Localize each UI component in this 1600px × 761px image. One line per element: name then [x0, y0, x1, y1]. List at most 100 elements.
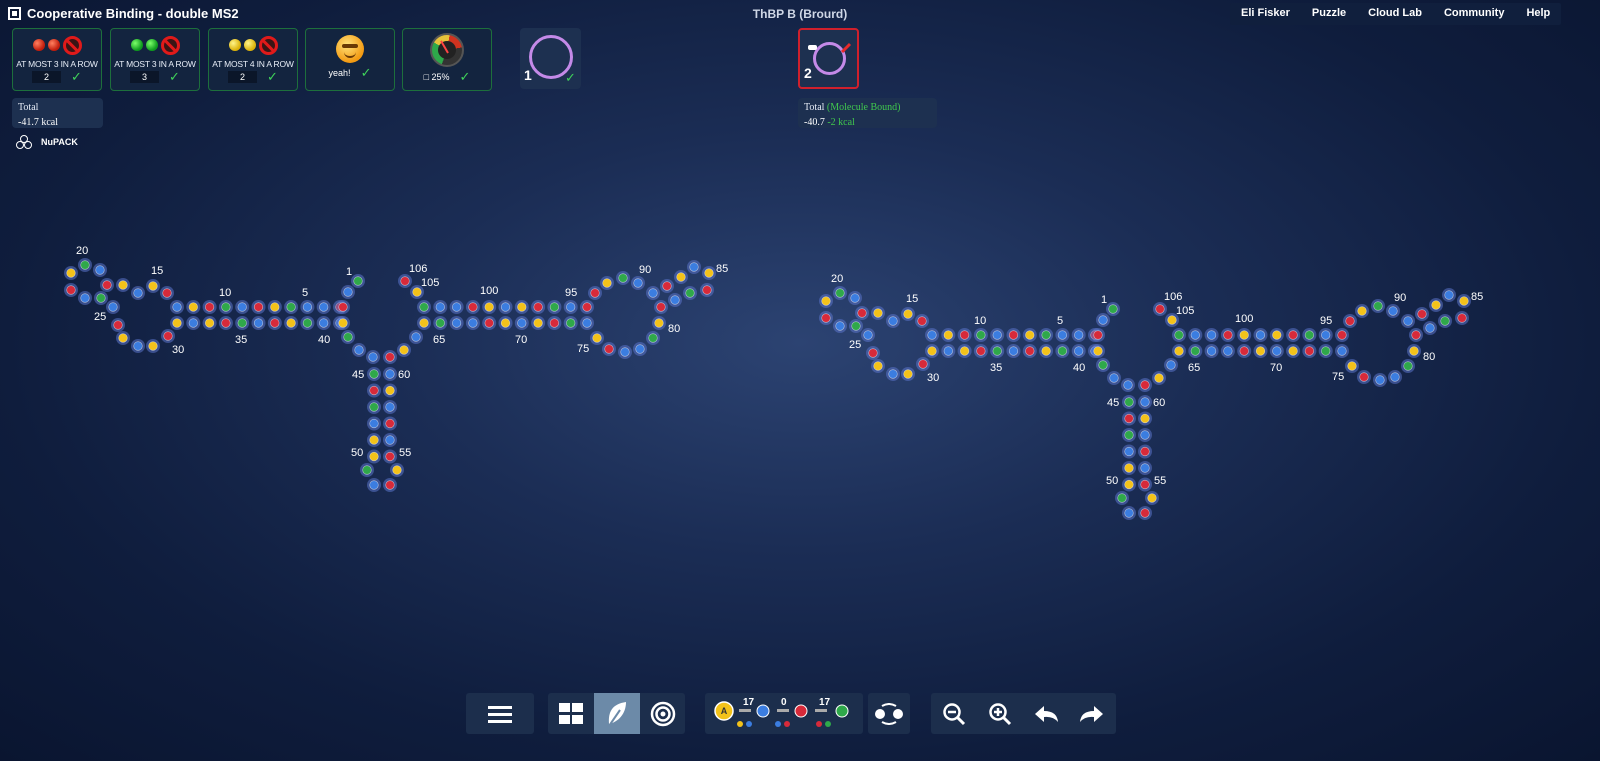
nucleotide[interactable]	[131, 339, 145, 353]
nucleotide[interactable]	[616, 271, 630, 285]
nucleotide[interactable]	[652, 316, 666, 330]
nucleotide[interactable]	[161, 329, 175, 343]
nucleotide[interactable]	[1204, 328, 1219, 342]
nucleotide[interactable]	[267, 300, 282, 314]
nucleotide[interactable]	[300, 316, 315, 330]
nucleotide[interactable]	[111, 318, 125, 332]
nucleotide[interactable]	[465, 300, 480, 314]
nucleotide[interactable]	[1401, 359, 1415, 373]
nucleotide[interactable]	[383, 449, 397, 464]
nucleotide[interactable]	[417, 316, 431, 330]
nucleotide[interactable]	[1415, 307, 1429, 321]
nucleotide[interactable]	[1318, 328, 1333, 342]
nucleotide[interactable]	[93, 263, 107, 277]
zoom-out-button[interactable]	[931, 693, 977, 734]
nucleotide[interactable]	[235, 316, 250, 330]
nucleotide[interactable]	[383, 416, 397, 431]
nucleotide[interactable]	[341, 330, 355, 344]
nucleotide[interactable]	[588, 286, 602, 300]
nucleotide[interactable]	[131, 286, 145, 300]
nucleotide[interactable]	[618, 345, 632, 359]
nucleotide[interactable]	[64, 283, 78, 297]
nucleotide[interactable]	[316, 300, 331, 314]
nucleotide[interactable]	[300, 300, 315, 314]
nucleotide[interactable]	[383, 350, 397, 364]
nucleotide[interactable]	[284, 316, 299, 330]
nucleotide[interactable]	[106, 300, 120, 314]
grid-view-button[interactable]	[548, 693, 594, 734]
nucleotide[interactable]	[925, 328, 939, 342]
nucleotide[interactable]	[1121, 378, 1135, 392]
nucleotide[interactable]	[871, 359, 885, 373]
nucleotide[interactable]	[600, 276, 614, 290]
nucleotide[interactable]	[78, 291, 92, 305]
nucleotide[interactable]	[267, 316, 282, 330]
nucleotide[interactable]	[383, 400, 397, 414]
nucleotide[interactable]	[1106, 302, 1120, 316]
nucleotide[interactable]	[352, 343, 366, 357]
nucleotide[interactable]	[202, 316, 217, 330]
nucleotide[interactable]	[367, 416, 381, 431]
nucleotide[interactable]	[702, 266, 716, 280]
nucleotide[interactable]	[1122, 477, 1136, 492]
nucleotide[interactable]	[683, 286, 697, 300]
nucleotide[interactable]	[1335, 328, 1349, 342]
nucleotide[interactable]	[1091, 344, 1105, 358]
nucleotide[interactable]	[235, 300, 250, 314]
nucleotide[interactable]	[1138, 444, 1152, 459]
nucleotide[interactable]	[170, 316, 184, 330]
nucleotide[interactable]	[251, 300, 266, 314]
nucleotide[interactable]	[498, 316, 513, 330]
nucleotide[interactable]	[186, 300, 201, 314]
nucleotide[interactable]	[146, 279, 160, 293]
nucleotide[interactable]	[849, 319, 863, 333]
nucleotide[interactable]	[1442, 288, 1456, 302]
nucleotide[interactable]	[1438, 314, 1452, 328]
nucleotide[interactable]	[316, 316, 331, 330]
nucleotide[interactable]	[1373, 373, 1387, 387]
nucleotide[interactable]	[633, 342, 647, 356]
natural-mode-button[interactable]	[594, 693, 640, 734]
nucleotide[interactable]	[1423, 321, 1437, 335]
nucleotide[interactable]	[855, 306, 869, 320]
nucleotide[interactable]	[901, 307, 915, 321]
nucleotide[interactable]	[1253, 344, 1268, 358]
nucleotide[interactable]	[1153, 302, 1167, 316]
nucleotide[interactable]	[886, 314, 900, 328]
nucleotide[interactable]	[1388, 370, 1402, 384]
nucleotide[interactable]	[1269, 344, 1284, 358]
nucleotide[interactable]	[433, 316, 448, 330]
nucleotide[interactable]	[1055, 344, 1070, 358]
nucleotide[interactable]	[146, 339, 160, 353]
nucleotide[interactable]	[367, 449, 381, 464]
nucleotide[interactable]	[1138, 461, 1152, 475]
nucleotide[interactable]	[580, 316, 594, 330]
rna-canvas[interactable]: 201510 51 106105100 9590 85253035 4045 6050 556…	[0, 0, 1600, 690]
nucleotide[interactable]	[901, 367, 915, 381]
nucleotide[interactable]	[1220, 328, 1235, 342]
nucleotide[interactable]	[433, 300, 448, 314]
nucleotide[interactable]	[498, 300, 513, 314]
nucleotide[interactable]	[1096, 313, 1110, 327]
nucleotide[interactable]	[116, 278, 130, 292]
nucleotide[interactable]	[1188, 328, 1203, 342]
nucleotide[interactable]	[186, 316, 201, 330]
nucleotide[interactable]	[1269, 328, 1284, 342]
nucleotide[interactable]	[336, 300, 350, 314]
nucleotide[interactable]	[941, 344, 956, 358]
nucleotide[interactable]	[1318, 344, 1333, 358]
nucleotide[interactable]	[1006, 328, 1021, 342]
nucleotide[interactable]	[646, 331, 660, 345]
nucleotide[interactable]	[990, 328, 1005, 342]
nucleotide[interactable]	[1138, 506, 1152, 520]
nucleotide[interactable]	[482, 316, 497, 330]
nucleotide[interactable]	[116, 331, 130, 345]
nucleotide[interactable]	[916, 357, 930, 371]
nucleotide[interactable]	[531, 300, 546, 314]
target-mode-button[interactable]	[640, 693, 685, 734]
nucleotide[interactable]	[1409, 328, 1423, 342]
nucleotide[interactable]	[631, 276, 645, 290]
swap-pairs-button[interactable]	[868, 693, 910, 734]
nucleotide[interactable]	[1204, 344, 1219, 358]
nucleotide[interactable]	[1429, 298, 1443, 312]
